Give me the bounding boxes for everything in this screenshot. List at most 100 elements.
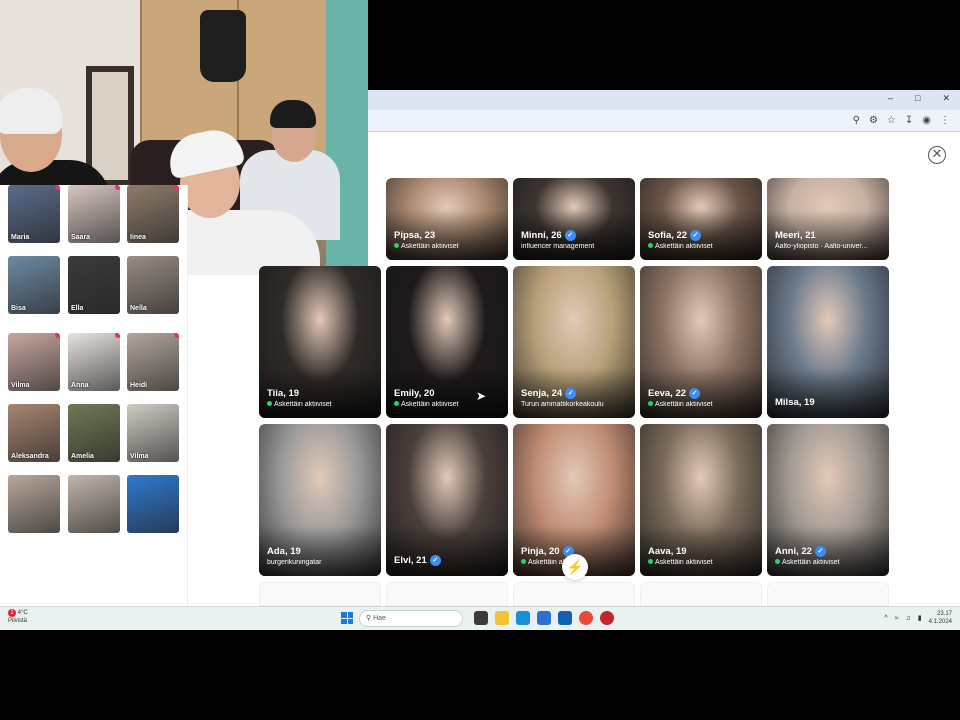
verified-icon: ✓: [690, 229, 702, 241]
window-controls: – □ ✕: [888, 93, 950, 104]
taskbar: 1 4°C Pilvistä ⚲ Hae ^ ≈ ♫ ▮ 23.17 4.1.2…: [0, 606, 960, 630]
profile-subtitle-text: Äskettäin aktiiviset: [401, 401, 459, 408]
menu-icon[interactable]: ⋮: [940, 115, 950, 126]
new-like-dot: [174, 185, 179, 190]
new-like-dot: [115, 185, 120, 190]
boost-icon[interactable]: ⚡: [562, 554, 588, 580]
system-tray: ^ ≈ ♫ ▮ 23.17 4.1.2024: [884, 610, 952, 626]
liked-profile-thumb[interactable]: Ella: [68, 256, 120, 314]
profile-subtitle-text: burgerikuningatar: [267, 559, 322, 566]
profile-card[interactable]: Meeri, 21 Aalto-yliopisto · Aalto-univer.…: [767, 178, 889, 260]
profile-subtitle: Äskettäin aktiiviset: [394, 243, 502, 250]
thumb-name: Anna: [71, 382, 89, 389]
thumb-name: Nella: [130, 305, 147, 312]
liked-profile-thumb[interactable]: Amelia: [68, 404, 120, 462]
verified-icon: ✓: [689, 387, 701, 399]
edge-icon[interactable]: [516, 611, 530, 625]
card-placeholder: [259, 582, 381, 606]
verified-icon: ✓: [814, 545, 826, 557]
profile-name-text: Elvi, 21: [394, 555, 427, 566]
profile-card[interactable]: Tiia, 19 Äskettäin aktiiviset: [259, 266, 381, 418]
active-status-icon: [394, 401, 399, 406]
maximize-button[interactable]: □: [915, 93, 920, 104]
profile-subtitle-text: Äskettäin aktiiviset: [655, 401, 713, 408]
clock[interactable]: 23.17 4.1.2024: [929, 610, 952, 626]
profile-name: Milsa, 19: [775, 397, 883, 408]
close-dialog-icon[interactable]: ✕: [928, 146, 946, 164]
liked-profile-thumb[interactable]: Heidi: [127, 333, 179, 391]
card-placeholder: [513, 582, 635, 606]
profile-name: Anni, 22 ✓: [775, 545, 883, 557]
verified-icon: ✓: [564, 229, 576, 241]
chevron-up-icon[interactable]: ^: [884, 615, 887, 622]
profile-name-text: Senja, 24: [521, 388, 563, 399]
minimize-button[interactable]: –: [888, 93, 893, 104]
notification-badge: 1: [8, 609, 16, 617]
profile-name-text: Tiia, 19: [267, 388, 300, 399]
active-status-icon: [648, 559, 653, 564]
profile-card[interactable]: Minni, 26 ✓ influencer management: [513, 178, 635, 260]
thumb-name: Aleksandra: [11, 453, 49, 460]
liked-profile-thumb[interactable]: Bisa: [8, 256, 60, 314]
profile-icon[interactable]: ◉: [922, 115, 931, 126]
active-status-icon: [394, 243, 399, 248]
profile-subtitle: Turun ammattikorkeakoulu: [521, 401, 629, 408]
profile-name-text: Pinja, 20: [521, 546, 560, 557]
speaker-icon[interactable]: ♫: [906, 615, 911, 622]
liked-profile-thumb[interactable]: Iinea: [127, 185, 179, 243]
outlook-icon[interactable]: [558, 611, 572, 625]
liked-profile-thumb[interactable]: Nella: [127, 256, 179, 314]
start-icon[interactable]: [341, 612, 353, 624]
clock-time: 23.17: [936, 611, 952, 617]
profile-name-text: Minni, 26: [521, 230, 562, 241]
liked-profile-thumb[interactable]: Saara: [68, 185, 120, 243]
app-icon[interactable]: [600, 611, 614, 625]
profile-name-text: Emily, 20: [394, 388, 435, 399]
profile-card[interactable]: Emily, 20 Äskettäin aktiiviset: [386, 266, 508, 418]
address-bar[interactable]: ⚲ ⚙ ☆ ↧ ◉ ⋮: [368, 110, 960, 132]
liked-profile-thumb[interactable]: Vilma: [8, 333, 60, 391]
liked-profile-thumb[interactable]: Maria: [8, 185, 60, 243]
new-like-dot: [174, 333, 179, 338]
task-view-icon[interactable]: [474, 611, 488, 625]
liked-profile-thumb[interactable]: Aleksandra: [8, 404, 60, 462]
card-placeholder: [386, 582, 508, 606]
thumb-name: Vilma: [130, 453, 149, 460]
location-icon[interactable]: ⚲: [853, 115, 860, 126]
liked-profile-thumb[interactable]: Vilma: [127, 404, 179, 462]
liked-profile-thumb[interactable]: Anna: [68, 333, 120, 391]
profile-card[interactable]: Anni, 22 ✓ Äskettäin aktiiviset: [767, 424, 889, 576]
star-icon[interactable]: ☆: [887, 115, 896, 126]
profile-card[interactable]: Senja, 24 ✓ Turun ammattikorkeakoulu: [513, 266, 635, 418]
profile-name: Sofia, 22 ✓: [648, 229, 756, 241]
taskbar-apps: [474, 611, 614, 625]
profile-card[interactable]: Elvi, 21 ✓: [386, 424, 508, 576]
download-icon[interactable]: ↧: [905, 115, 913, 126]
liked-profile-thumb[interactable]: [127, 475, 179, 533]
profile-card[interactable]: Pipsa, 23 Äskettäin aktiiviset: [386, 178, 508, 260]
close-window-button[interactable]: ✕: [942, 93, 950, 104]
weather-widget[interactable]: 1 4°C Pilvistä: [8, 609, 28, 625]
card-placeholder: [640, 582, 762, 606]
file-explorer-icon[interactable]: [495, 611, 509, 625]
liked-profile-thumb[interactable]: [8, 475, 60, 533]
wifi-icon[interactable]: ≈: [895, 615, 899, 622]
thumb-name: Bisa: [11, 305, 26, 312]
battery-icon[interactable]: ▮: [918, 614, 922, 622]
chrome-icon[interactable]: [579, 611, 593, 625]
profile-subtitle: burgerikuningatar: [267, 559, 375, 566]
profile-card[interactable]: Milsa, 19: [767, 266, 889, 418]
new-like-dot: [55, 333, 60, 338]
liked-profile-thumb[interactable]: [68, 475, 120, 533]
profile-card[interactable]: Sofia, 22 ✓ Äskettäin aktiiviset: [640, 178, 762, 260]
profile-card[interactable]: Ada, 19 burgerikuningatar: [259, 424, 381, 576]
store-icon[interactable]: [537, 611, 551, 625]
profile-card[interactable]: Eeva, 22 ✓ Äskettäin aktiiviset: [640, 266, 762, 418]
thumb-name: Amelia: [71, 453, 94, 460]
taskbar-search[interactable]: ⚲ Hae: [359, 610, 463, 627]
extensions-icon[interactable]: ⚙: [869, 115, 878, 126]
profile-name: Ada, 19: [267, 546, 375, 557]
profile-name: Meeri, 21: [775, 230, 883, 241]
search-placeholder: Hae: [373, 615, 386, 622]
profile-card[interactable]: Aava, 19 Äskettäin aktiiviset: [640, 424, 762, 576]
